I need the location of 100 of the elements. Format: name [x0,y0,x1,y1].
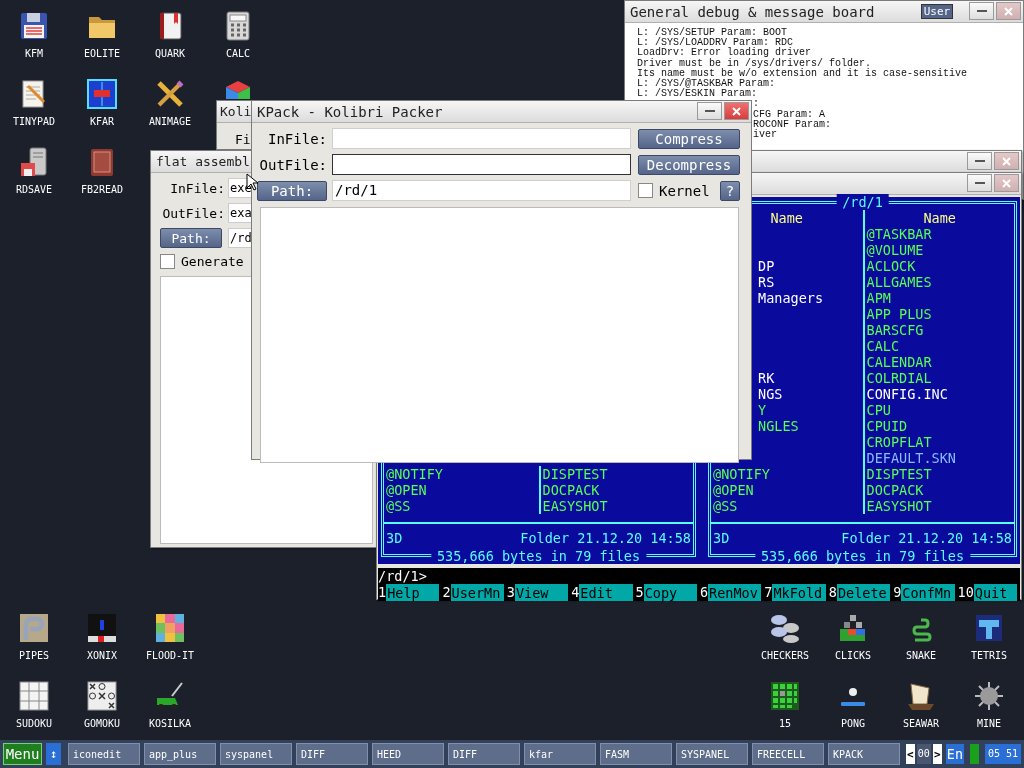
switch-button[interactable]: ↕ [46,743,61,765]
taskbar-item[interactable]: FREECELL [752,743,824,765]
help-button[interactable]: ? [720,180,740,201]
path-button[interactable]: Path: [160,228,222,248]
pipe-icon[interactable] [18,612,50,644]
input-field[interactable] [332,154,631,175]
file-panels-icon[interactable] [86,78,118,110]
file-name[interactable]: EASYSHOT [542,498,608,514]
block-cube-icon[interactable] [973,612,1005,644]
icon-label: PIPES [18,650,50,662]
file-name[interactable]: ACLOCK [866,258,916,274]
file-name[interactable]: BARSCFG [866,322,924,338]
file-name[interactable]: DOCPACK [866,482,924,498]
file-name[interactable]: NGS [758,386,783,402]
minimize-button[interactable] [967,152,992,170]
taskbar-item[interactable]: FASM [600,743,672,765]
file-name[interactable]: RS [758,274,775,290]
file-name[interactable]: NGLES [758,418,799,434]
file-name[interactable]: EASYSHOT [866,498,932,514]
file-name[interactable]: DP [758,258,775,274]
file-name[interactable]: COLRDIAL [866,370,932,386]
taskbar-item[interactable]: kfar [524,743,596,765]
taskbar-item[interactable]: SYSPANEL [676,743,748,765]
log-line: iver [753,129,777,141]
icon-label: MINE [976,718,1002,730]
user-button[interactable]: User [921,4,953,19]
grid-game-icon[interactable] [86,612,118,644]
file-name[interactable]: @TASKBAR [866,226,932,242]
number-tiles-icon[interactable] [769,680,801,712]
file-name[interactable]: DISPTEST [542,466,608,482]
taskbar-item[interactable]: app_plus [144,743,216,765]
file-name[interactable]: DOCPACK [542,482,600,498]
lawn-mower-icon[interactable] [154,680,186,712]
file-name[interactable]: CROPFLAT [866,434,932,450]
file-name[interactable]: RK [758,370,775,386]
key-number: 8 [828,584,837,601]
file-name[interactable]: DISPTEST [866,466,932,482]
tile-grid-icon[interactable] [154,612,186,644]
tic-tac-toe-icon[interactable] [86,680,118,712]
file-name[interactable]: CPU [866,402,891,418]
file-name[interactable]: @OPEN [713,482,754,498]
function-key[interactable]: Edit [579,584,633,601]
close-icon [1004,6,1013,16]
language-button[interactable]: En [945,744,964,764]
log-line: Its name must be w/o extension and it is case-sensitive [637,68,969,79]
file-name[interactable]: @VOLUME [866,242,924,258]
input-field[interactable]: /rd/1 [332,180,631,201]
function-key[interactable]: MkFold [772,584,826,601]
minimize-button[interactable] [967,174,992,192]
checkbox[interactable] [160,254,175,269]
path-button[interactable]: Path: [257,180,327,201]
file-name[interactable]: @SS [386,498,411,514]
file-name[interactable]: @SS [713,498,738,514]
file-name[interactable]: CPUID [866,418,908,434]
function-key[interactable]: Delete [836,584,891,601]
checkers-pieces-icon[interactable] [769,612,801,644]
taskbar-item[interactable]: HEED [372,743,444,765]
file-name[interactable]: Y [758,402,767,418]
input-field[interactable]: /rd [228,228,253,248]
function-key[interactable]: Help [386,584,440,601]
function-key[interactable]: RenMov [708,584,762,601]
taskbar-item[interactable]: KPACK [828,743,900,765]
next-button[interactable]: > [932,744,942,764]
decompress-button[interactable]: Decompress [638,154,740,175]
minimize-button[interactable] [969,2,994,20]
minimize-button[interactable] [697,102,722,120]
previous-button[interactable]: < [905,744,915,764]
spiked-mine-icon[interactable] [973,680,1005,712]
file-name[interactable]: CALC [866,338,899,354]
file-name[interactable]: DEFAULT.SKN [866,450,956,466]
function-key[interactable]: UserMn [450,584,504,601]
file-name[interactable]: CALENDAR [866,354,932,370]
sudoku-grid-icon[interactable] [18,680,50,712]
checkbox[interactable] [638,183,653,198]
taskbar-item[interactable]: DIFF [448,743,520,765]
taskbar-item[interactable]: DIFF [296,743,368,765]
field-label: OutFile: [161,205,225,221]
taskbar-item[interactable]: iconedit [68,743,140,765]
file-name[interactable]: @NOTIFY [386,466,443,482]
menu-button[interactable]: Menu [3,743,42,765]
panel-summary: 535,666 bytes in 79 files [754,548,971,564]
sailing-ship-icon[interactable] [905,680,937,712]
file-name[interactable]: @OPEN [386,482,427,498]
function-key[interactable]: ConfMn [901,584,955,601]
file-name[interactable]: Managers [758,290,824,306]
close-button[interactable] [724,102,749,120]
function-key[interactable]: Quit [973,584,1017,601]
taskbar-item[interactable]: syspanel [220,743,292,765]
log-line: L: /SYS/@TASKBAR Param: [637,79,777,89]
icon-label: TETRIS [970,650,1008,662]
file-name[interactable]: CONFIG.INC [866,386,948,402]
computer-floppy-icon[interactable] [18,146,50,178]
file-name[interactable]: @NOTIFY [713,466,770,482]
function-key[interactable]: Copy [643,584,697,601]
input-field[interactable]: exa [228,203,253,223]
function-key[interactable]: View [514,584,569,601]
file-name[interactable]: ALLGAMES [866,274,932,290]
compress-button[interactable]: Compress [638,128,740,149]
file-name[interactable]: APM [866,290,891,306]
file-name[interactable]: APP_PLUS [866,306,932,322]
